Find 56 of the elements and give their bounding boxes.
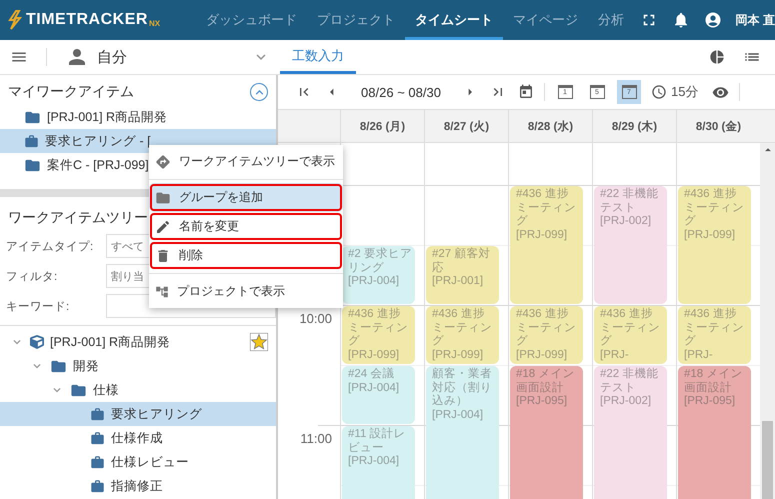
event-title: #436 進捗ミーティング bbox=[348, 308, 409, 348]
event-project: [PRJ-001] bbox=[432, 275, 484, 288]
event-project: [PRJ-004] bbox=[432, 408, 484, 422]
logo-text: TIMETRACKER bbox=[26, 11, 148, 29]
day-header: 8/27 (火) bbox=[424, 110, 508, 143]
tree-label: 開発 bbox=[73, 358, 100, 374]
time-label: 10:00 bbox=[299, 311, 332, 326]
event-project: [PRJ-002] bbox=[600, 395, 652, 408]
event-title: #18 メイン画面設計 bbox=[684, 368, 744, 395]
event-project: [PRJ-004] bbox=[348, 275, 400, 288]
filter-label: フィルタ: bbox=[6, 270, 58, 284]
event-project: [PRJ- bbox=[600, 348, 630, 362]
event-project: [PRJ-099] bbox=[432, 348, 484, 362]
event-title: 顧客・業者対応（割り込み） bbox=[432, 368, 493, 408]
tree-label: 指摘修正 bbox=[111, 478, 164, 494]
tree-label: [PRJ-001] R商品開発 bbox=[50, 334, 172, 350]
event-title: #22 非機能テスト bbox=[600, 188, 660, 215]
event-project: [PRJ-095] bbox=[516, 395, 568, 408]
day-header: 8/29 (木) bbox=[592, 110, 676, 143]
event-title: #436 進捗ミーティング bbox=[516, 308, 577, 348]
tree-label: 仕様作成 bbox=[111, 430, 164, 446]
work-item-label: 案件C - [PRJ-099] bbox=[47, 156, 149, 174]
logo-suffix: NX bbox=[148, 19, 160, 28]
event-title: #436 進捗ミーティング bbox=[432, 308, 493, 348]
date-range: 08/26 ~ 08/30 bbox=[360, 84, 442, 100]
event-title: #2 要求ヒアリング bbox=[348, 248, 412, 275]
event-title: #18 メイン画面設計 bbox=[516, 368, 576, 395]
event-title: #11 設計レビュー bbox=[348, 428, 407, 455]
event-title: #27 顧客対応 bbox=[432, 248, 492, 275]
event-project: [PRJ-099] bbox=[516, 228, 568, 242]
section-title: マイワークアイテム bbox=[8, 83, 134, 101]
filter-label: アイテムタイプ: bbox=[6, 239, 94, 254]
event-project: [PRJ-004] bbox=[348, 382, 400, 395]
event-title: #436 進捗ミーティング bbox=[516, 188, 577, 228]
time-label: 11:00 bbox=[300, 431, 332, 446]
work-item-label: [PRJ-001] R商品開発 bbox=[47, 108, 168, 126]
event-title: #436 進捗ミーティング bbox=[684, 188, 745, 228]
event-title: #24 会議 bbox=[348, 368, 396, 382]
event-project: [PRJ-099] bbox=[348, 348, 400, 362]
section-title: ワークアイテムツリー bbox=[8, 209, 148, 227]
event-title: #436 進捗ミーティング bbox=[600, 308, 661, 348]
event-project: [PRJ-004] bbox=[348, 455, 400, 468]
day-header: 8/28 (水) bbox=[508, 110, 592, 143]
event-project: [PRJ-099] bbox=[684, 228, 736, 242]
event-project: [PRJ-099] bbox=[516, 348, 568, 362]
day-header: 8/26 (月) bbox=[340, 110, 424, 143]
event-title: #436 進捗ミーティング bbox=[684, 308, 745, 348]
day-header: 8/30 (金) bbox=[676, 110, 760, 143]
event-title: #22 非機能テスト bbox=[600, 368, 660, 395]
event-project: [PRJ- bbox=[684, 348, 714, 362]
event-project: [PRJ-095] bbox=[684, 395, 736, 408]
tree-label: 仕様 bbox=[93, 382, 120, 398]
filter-label: キーワード: bbox=[6, 300, 70, 314]
tree-label: 要求ヒアリング bbox=[111, 406, 203, 422]
tree-label: 仕様レビュー bbox=[111, 454, 190, 470]
event-project: [PRJ-002] bbox=[600, 215, 652, 228]
